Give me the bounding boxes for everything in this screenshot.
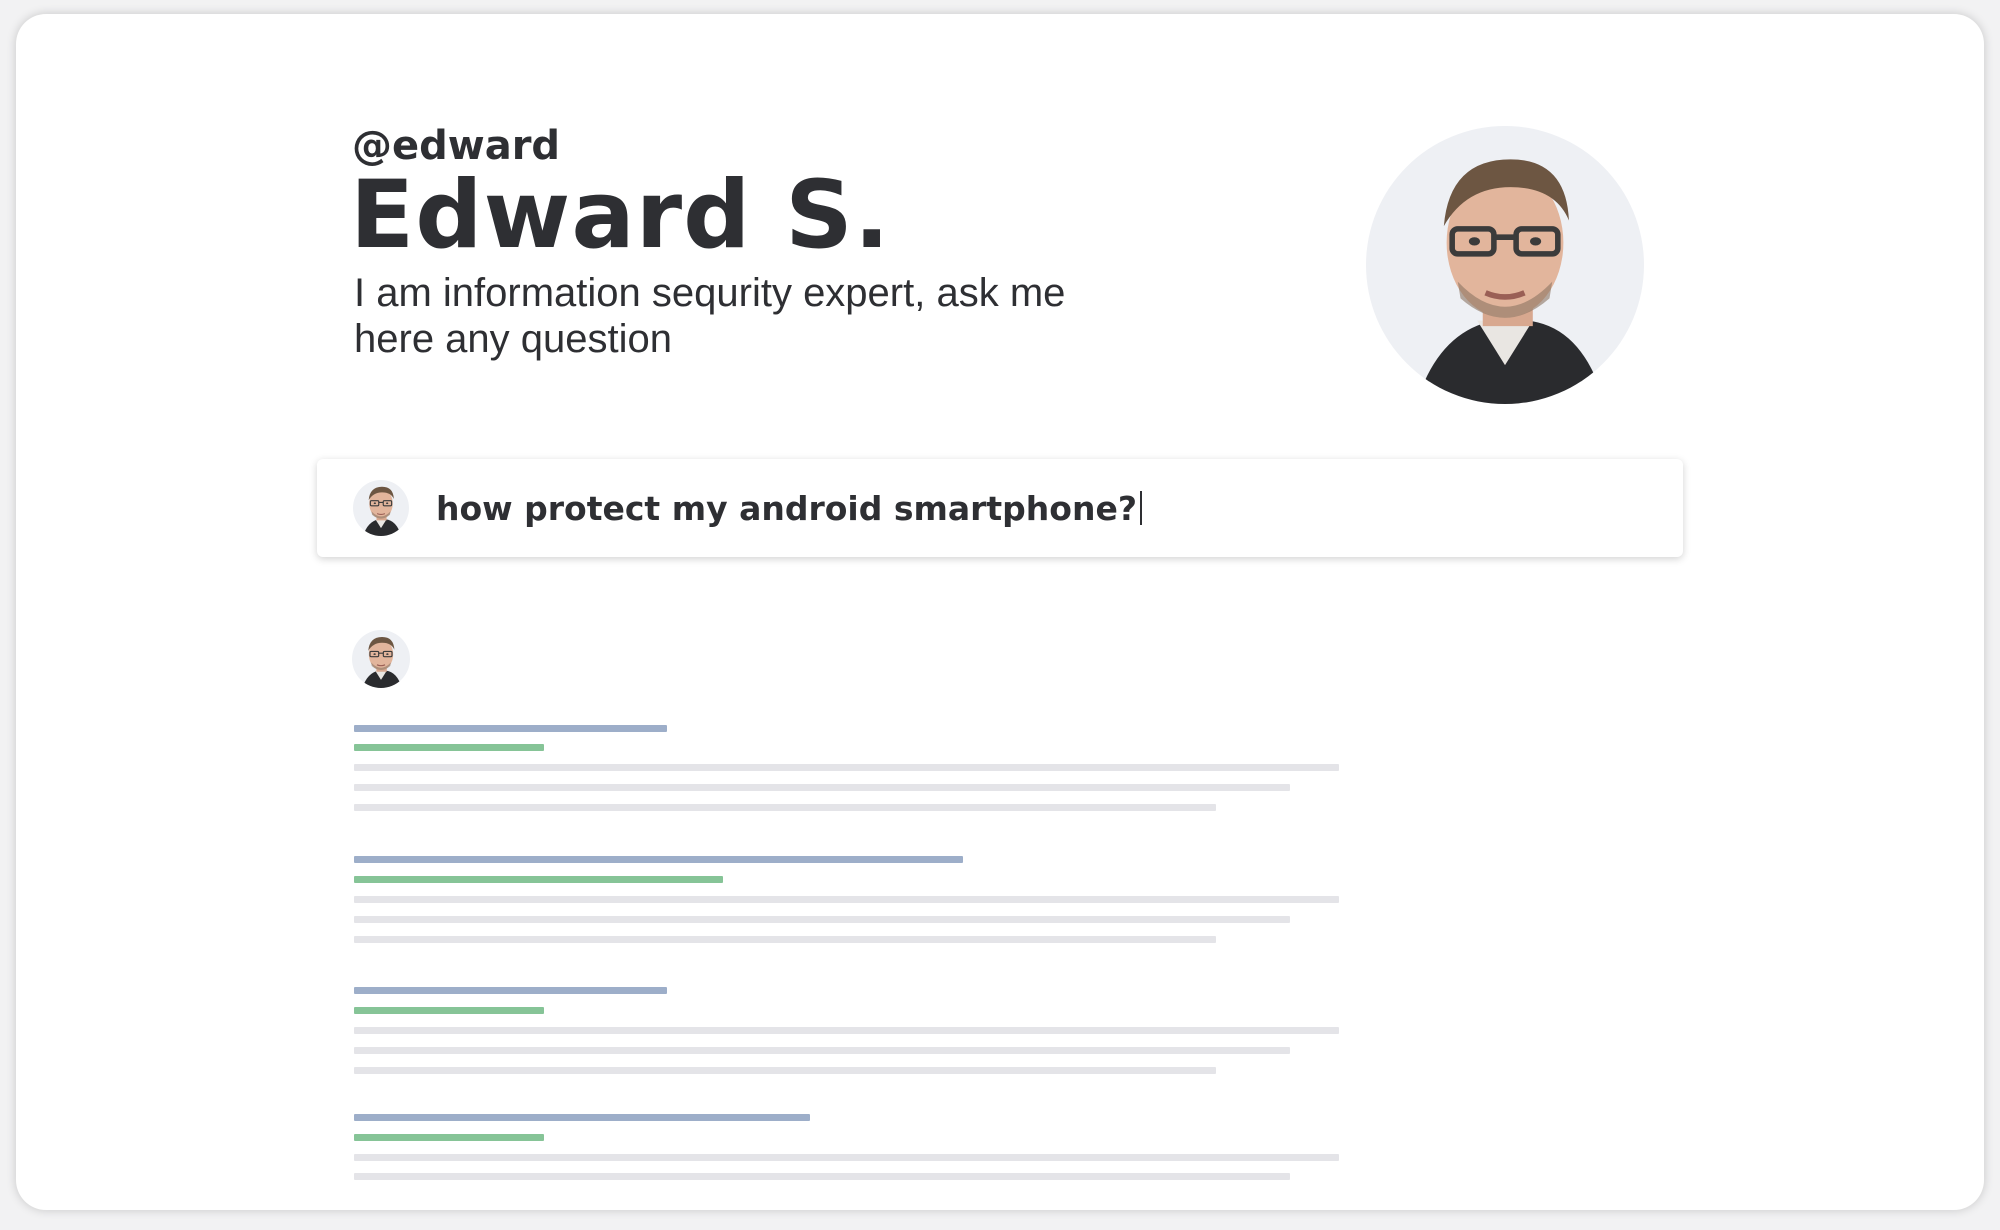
text-caret: [1139, 491, 1142, 525]
user-portrait-icon: [1366, 126, 1644, 404]
placeholder-subtitle-line: [354, 876, 723, 883]
question-avatar: [353, 480, 409, 536]
placeholder-text-line: [354, 896, 1339, 903]
placeholder-text-line: [354, 804, 1216, 811]
profile-bio: I am information sequrity expert, ask me…: [354, 271, 1066, 361]
placeholder-text-line: [354, 764, 1339, 771]
profile-photo: [1366, 126, 1644, 404]
placeholder-title-line: [354, 987, 667, 994]
question-input[interactable]: how protect my android smartphone?: [436, 481, 1142, 535]
question-text: how protect my android smartphone?: [436, 488, 1137, 528]
placeholder-subtitle-line: [354, 1134, 544, 1141]
user-portrait-icon: [353, 480, 409, 536]
answer-avatar: [352, 630, 410, 688]
user-portrait-icon: [352, 630, 410, 688]
placeholder-subtitle-line: [354, 744, 544, 751]
placeholder-text-line: [354, 1154, 1339, 1161]
placeholder-text-line: [354, 1027, 1339, 1034]
placeholder-text-line: [354, 1047, 1290, 1054]
question-bar[interactable]: how protect my android smartphone?: [317, 459, 1683, 557]
profile-name: Edward S.: [350, 161, 891, 270]
placeholder-text-line: [354, 916, 1290, 923]
placeholder-text-line: [354, 1173, 1290, 1180]
placeholder-title-line: [354, 725, 667, 732]
placeholder-text-line: [354, 784, 1290, 791]
placeholder-text-line: [354, 1067, 1216, 1074]
placeholder-title-line: [354, 1114, 810, 1121]
placeholder-subtitle-line: [354, 1007, 544, 1014]
placeholder-title-line: [354, 856, 963, 863]
placeholder-text-line: [354, 936, 1216, 943]
